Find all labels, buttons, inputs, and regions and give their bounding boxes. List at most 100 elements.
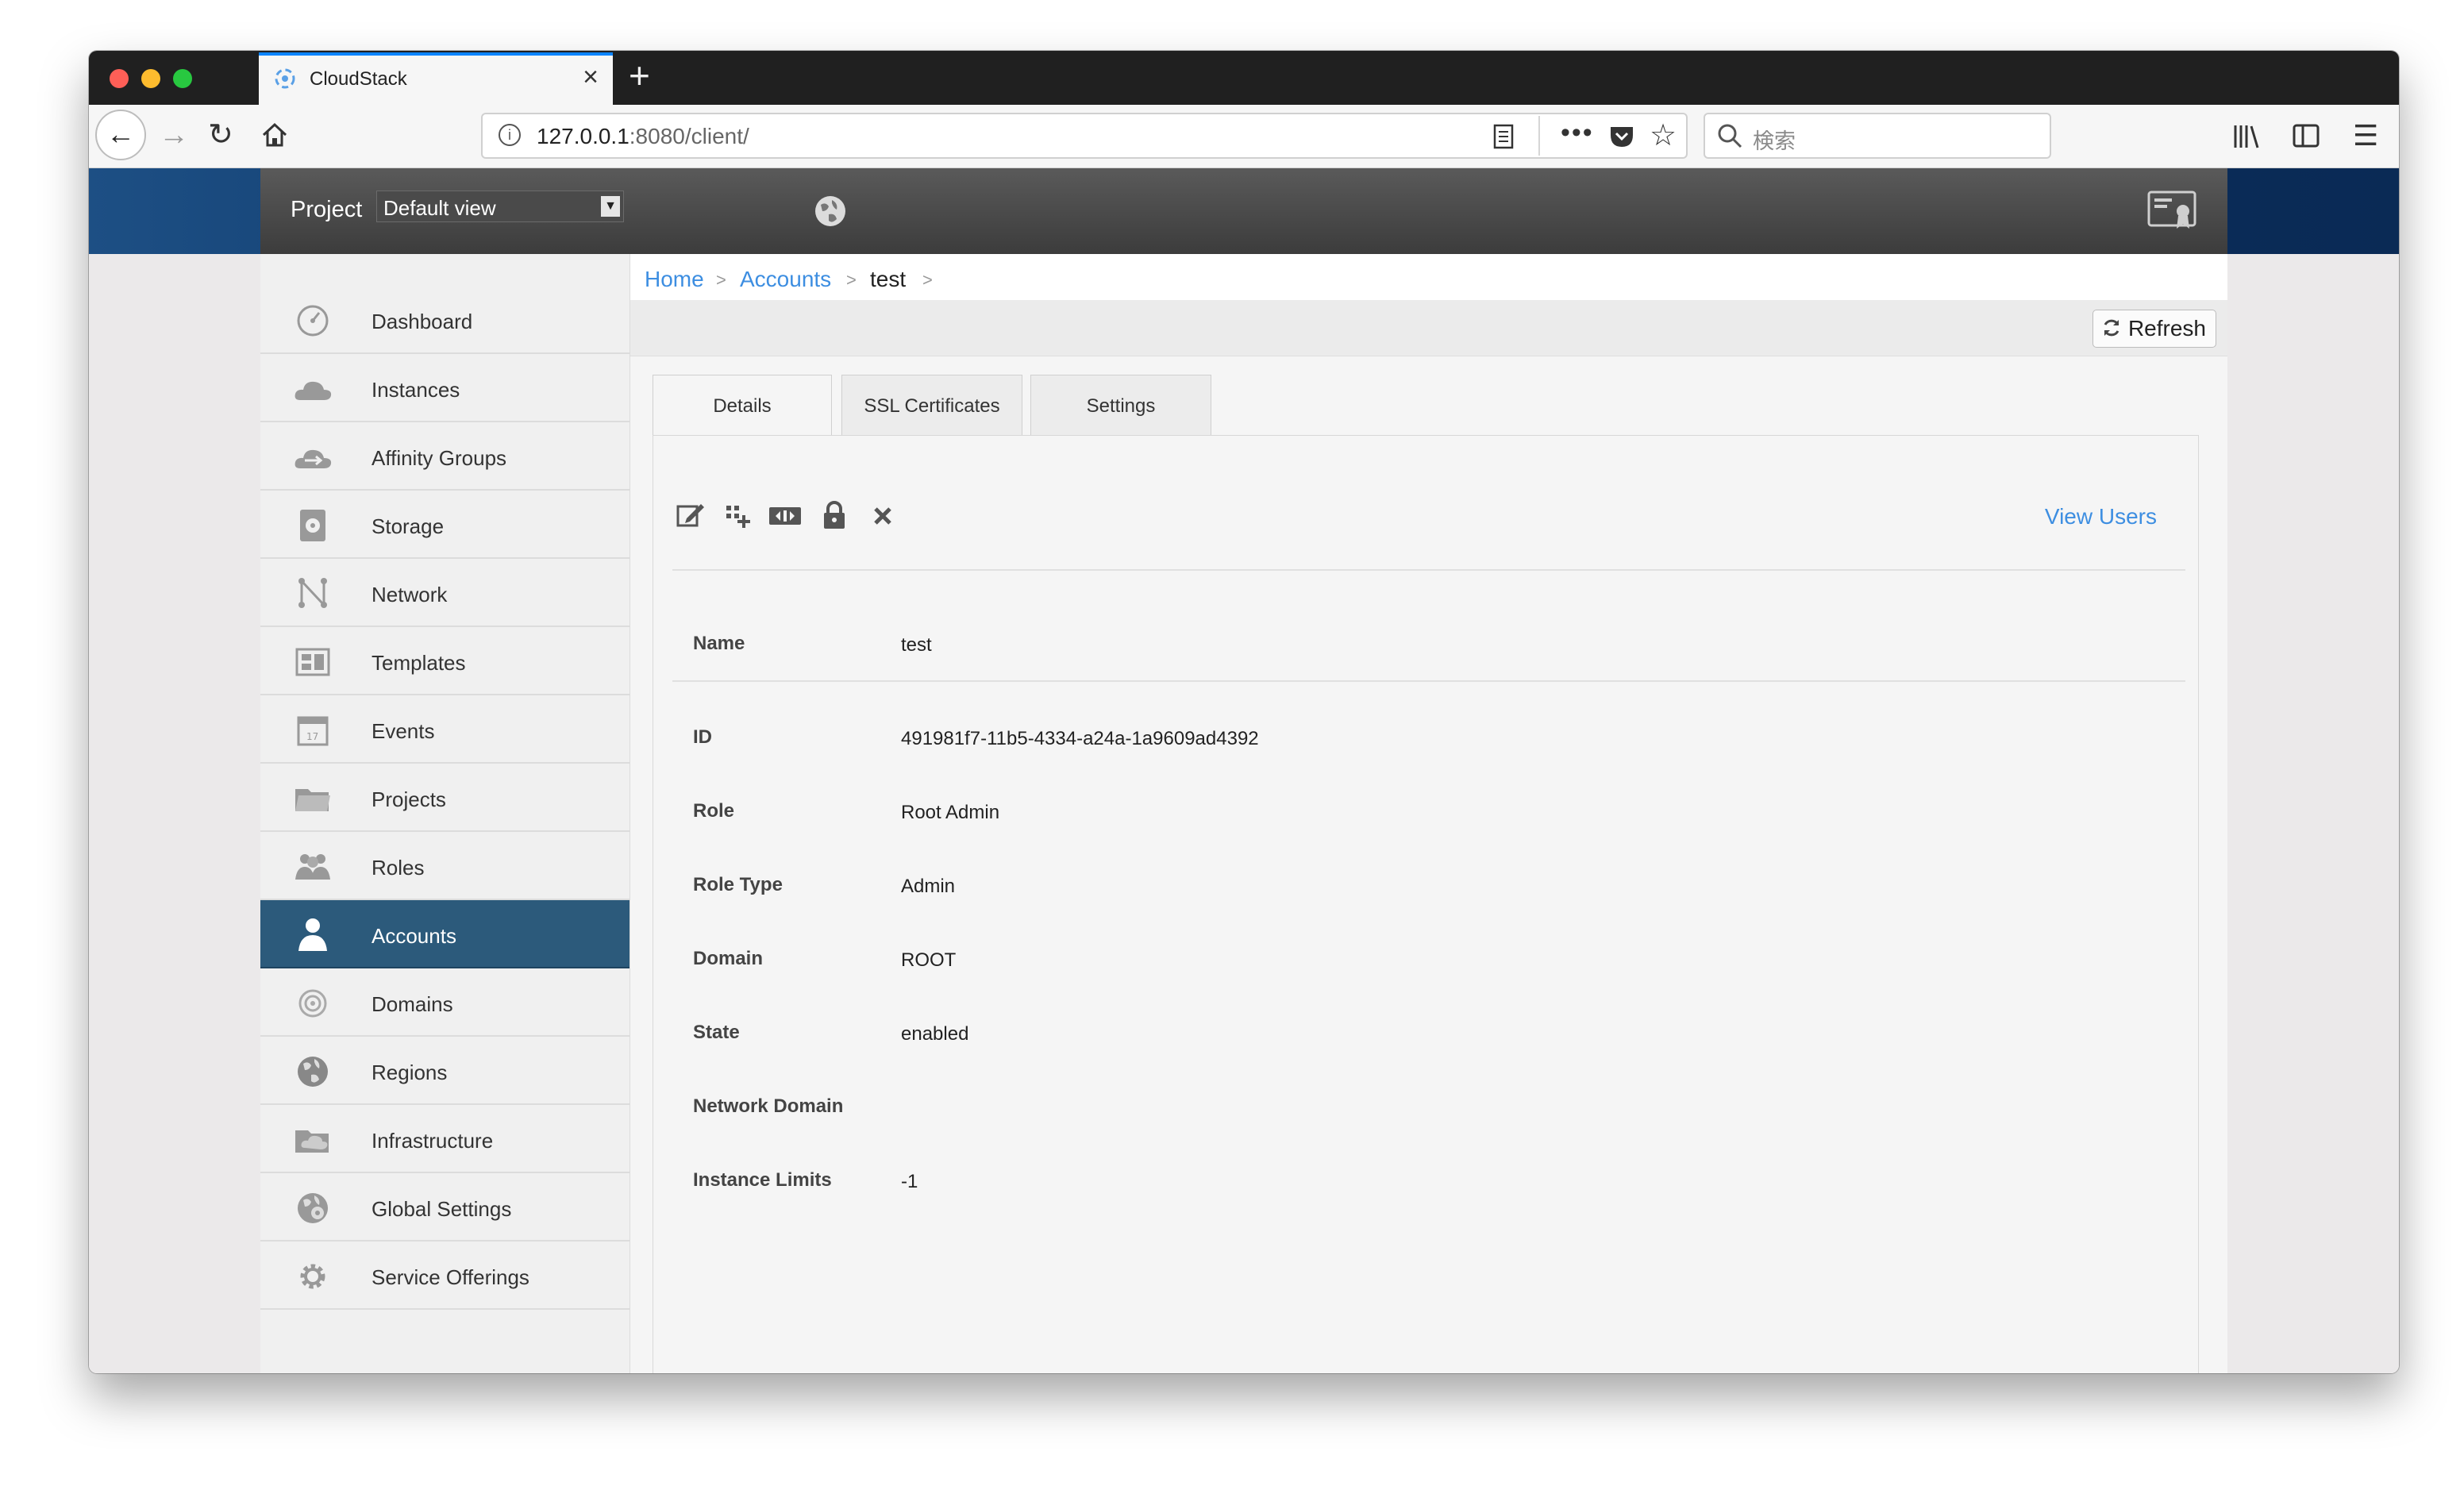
calendar-icon: 17	[297, 716, 329, 746]
detail-key: Role Type	[693, 874, 783, 895]
sidebar-item-dashboard[interactable]: Dashboard	[260, 286, 629, 354]
sidebar-item-infrastructure[interactable]: Infrastructure	[260, 1105, 629, 1173]
breadcrumb-current: test	[870, 267, 907, 291]
breadcrumb: Home > Accounts > test >	[630, 254, 2227, 300]
minimize-window-button[interactable]	[141, 69, 160, 88]
project-select[interactable]: Default view ▼	[376, 191, 624, 222]
breadcrumb-separator: >	[846, 270, 857, 290]
delete-icon[interactable]	[868, 499, 899, 531]
view-users-link[interactable]: View Users	[2045, 504, 2157, 529]
detail-value: 491981f7-11b5-4334-a24a-1a9609ad4392	[901, 728, 1259, 749]
app-header: Project Default view ▼	[260, 168, 2227, 254]
library-icon[interactable]	[2232, 124, 2261, 149]
dashboard-gauge-icon	[297, 305, 329, 337]
sidebar-item-service-offerings[interactable]: Service Offerings	[260, 1242, 629, 1310]
project-label: Project	[291, 197, 363, 222]
folder-icon	[295, 789, 330, 811]
tab-settings[interactable]: Settings	[1030, 375, 1211, 435]
sidebar-item-global-settings[interactable]: Global Settings	[260, 1173, 629, 1242]
details-panel: View Users Name test ID 491981f7-11b5-43…	[653, 435, 2199, 1373]
gear-icon	[300, 1264, 325, 1289]
sidebar-item-label: Network	[372, 583, 448, 606]
browser-tab[interactable]: CloudStack ×	[259, 52, 613, 105]
home-icon[interactable]	[260, 121, 289, 149]
sidebar-item-label: Storage	[372, 514, 445, 538]
refresh-button[interactable]: Refresh	[2092, 310, 2216, 348]
disk-icon	[300, 510, 325, 541]
globe-icon[interactable]	[813, 194, 848, 229]
sidebar-item-label: Events	[372, 719, 435, 743]
address-bar[interactable]: i 127.0.0.1:8080/client/ ••• ☆	[481, 113, 1688, 159]
user-icon	[298, 918, 327, 951]
sidebar-item-label: Affinity Groups	[372, 446, 507, 470]
sidebar-item-accounts[interactable]: Accounts	[260, 900, 629, 968]
sidebar-item-templates[interactable]: Templates	[260, 627, 629, 695]
sidebar-item-storage[interactable]: Storage	[260, 491, 629, 559]
back-arrow-icon[interactable]: ←	[95, 110, 146, 160]
detail-key: Instance Limits	[693, 1169, 832, 1191]
certificate-icon[interactable]	[2146, 187, 2197, 232]
sidebar-item-label: Roles	[372, 856, 425, 880]
update-resource-count-icon[interactable]	[768, 499, 803, 531]
lock-icon[interactable]	[818, 499, 850, 531]
page-actions-icon[interactable]: •••	[1561, 117, 1594, 148]
breadcrumb-separator: >	[716, 270, 726, 290]
breadcrumb-accounts-link[interactable]: Accounts	[740, 267, 831, 292]
reload-icon[interactable]: ↻	[208, 119, 233, 151]
users-group-icon	[295, 854, 330, 880]
sidebar: Dashboard Instances Affinity Groups Storage…	[260, 254, 630, 1373]
forward-arrow-icon[interactable]: →	[159, 119, 189, 151]
sidebar-item-network[interactable]: Network	[260, 559, 629, 627]
affinity-cloud-icon	[295, 449, 332, 468]
sidebar-item-domains[interactable]: Domains	[260, 968, 629, 1037]
sidebar-item-roles[interactable]: Roles	[260, 832, 629, 900]
detail-key: Network Domain	[693, 1095, 844, 1117]
menu-hamburger-icon[interactable]: ☰	[2353, 119, 2378, 152]
detail-key: Name	[693, 633, 745, 654]
sidebar-item-regions[interactable]: Regions	[260, 1037, 629, 1105]
network-icon	[298, 578, 327, 608]
sidebar-item-instances[interactable]: Instances	[260, 354, 629, 422]
reader-view-icon[interactable]	[1492, 124, 1515, 149]
close-window-button[interactable]	[110, 69, 129, 88]
sidebar-item-label: Infrastructure	[372, 1129, 494, 1153]
edit-icon[interactable]	[674, 499, 706, 531]
detail-key: State	[693, 1022, 740, 1043]
cloud-icon	[295, 381, 332, 400]
svg-text:17: 17	[306, 731, 318, 742]
bookmark-star-icon[interactable]: ☆	[1650, 117, 1677, 153]
divider	[672, 569, 2185, 571]
tab-ssl-certificates[interactable]: SSL Certificates	[841, 375, 1022, 435]
search-input[interactable]: 検索	[1704, 113, 2051, 159]
url-text: 127.0.0.1:8080/client/	[537, 124, 749, 148]
refresh-icon	[2104, 319, 2119, 337]
sidebar-item-affinity-groups[interactable]: Affinity Groups	[260, 422, 629, 491]
detail-value: enabled	[901, 1023, 969, 1045]
search-icon	[1718, 124, 1742, 148]
browser-window: CloudStack × + ← → ↻ i 127.0.0.1:8080/cl…	[89, 51, 2399, 1373]
browser-tab-bar: CloudStack × +	[89, 51, 2399, 105]
detail-value: test	[901, 634, 932, 656]
site-info-icon[interactable]: i	[499, 124, 521, 146]
tab-close-icon[interactable]: ×	[583, 62, 599, 93]
sidebar-item-label: Accounts	[372, 924, 456, 948]
templates-icon	[295, 648, 330, 676]
globe-settings-icon	[298, 1193, 328, 1223]
sidebar-toggle-icon[interactable]	[2293, 124, 2320, 148]
detail-value: Root Admin	[901, 802, 1000, 823]
tab-details[interactable]: Details	[653, 375, 832, 437]
maximize-window-button[interactable]	[173, 69, 192, 88]
detail-value: -1	[901, 1171, 918, 1192]
sidebar-item-events[interactable]: 17 Events	[260, 695, 629, 764]
chevron-down-icon: ▼	[601, 196, 620, 217]
browser-toolbar: ← → ↻ i 127.0.0.1:8080/client/ ••• ☆ 検索 …	[89, 105, 2399, 168]
detail-value: ROOT	[901, 949, 957, 971]
add-quota-icon[interactable]	[722, 499, 753, 531]
project-select-value: Default view	[383, 196, 496, 220]
detail-value: Admin	[901, 876, 956, 897]
divider	[672, 680, 2185, 682]
sidebar-item-projects[interactable]: Projects	[260, 764, 629, 832]
new-tab-icon[interactable]: +	[629, 54, 650, 97]
breadcrumb-home-link[interactable]: Home	[645, 267, 704, 292]
pocket-icon[interactable]	[1608, 124, 1635, 149]
